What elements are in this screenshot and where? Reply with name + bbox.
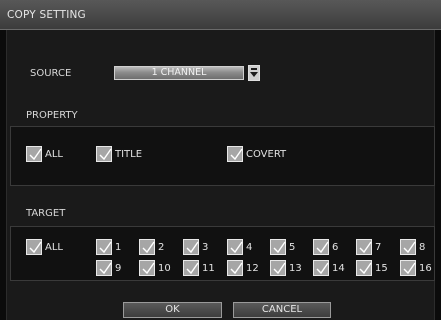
window-title: COPY SETTING (7, 9, 86, 21)
channel-1-label: 1 (115, 242, 122, 253)
chevron-down-icon[interactable] (248, 65, 260, 81)
source-label: SOURCE (30, 68, 72, 79)
cancel-button[interactable]: CANCEL (233, 302, 331, 318)
target-label: TARGET (26, 208, 66, 219)
title-bar: COPY SETTING (0, 0, 441, 30)
channel-11-label: 11 (202, 263, 215, 274)
channel-15-label: 15 (375, 263, 388, 274)
channel-5-checkbox[interactable] (270, 239, 286, 255)
channel-6-checkbox[interactable] (313, 239, 329, 255)
channel-5-label: 5 (289, 242, 296, 253)
channel-1-checkbox[interactable] (96, 239, 112, 255)
channel-8-label: 8 (419, 242, 426, 253)
property-all-checkbox[interactable] (26, 146, 42, 162)
ok-button[interactable]: OK (123, 302, 222, 318)
channel-10-label: 10 (158, 263, 171, 274)
source-select[interactable]: 1 CHANNEL (114, 66, 244, 80)
property-title-checkbox[interactable] (96, 146, 112, 162)
channel-10-checkbox[interactable] (139, 260, 155, 276)
property-title-label: TITLE (115, 149, 143, 160)
target-all-checkbox[interactable] (26, 239, 42, 255)
channel-4-label: 4 (246, 242, 253, 253)
channel-2-checkbox[interactable] (139, 239, 155, 255)
property-group (10, 126, 435, 186)
channel-8-checkbox[interactable] (400, 239, 416, 255)
property-label: PROPERTY (26, 110, 78, 121)
channel-7-checkbox[interactable] (356, 239, 372, 255)
property-covert-label: COVERT (246, 149, 287, 160)
channel-9-label: 9 (115, 263, 122, 274)
target-all-label: ALL (45, 242, 63, 253)
channel-9-checkbox[interactable] (96, 260, 112, 276)
channel-2-label: 2 (158, 242, 165, 253)
channel-14-label: 14 (332, 263, 345, 274)
channel-13-label: 13 (289, 263, 302, 274)
channel-4-checkbox[interactable] (227, 239, 243, 255)
channel-12-label: 12 (246, 263, 259, 274)
channel-16-checkbox[interactable] (400, 260, 416, 276)
channel-14-checkbox[interactable] (313, 260, 329, 276)
channel-15-checkbox[interactable] (356, 260, 372, 276)
channel-3-checkbox[interactable] (183, 239, 199, 255)
channel-7-label: 7 (375, 242, 382, 253)
channel-11-checkbox[interactable] (183, 260, 199, 276)
channel-13-checkbox[interactable] (270, 260, 286, 276)
channel-3-label: 3 (202, 242, 209, 253)
property-covert-checkbox[interactable] (227, 146, 243, 162)
channel-12-checkbox[interactable] (227, 260, 243, 276)
channel-6-label: 6 (332, 242, 339, 253)
property-all-label: ALL (45, 149, 63, 160)
channel-16-label: 16 (419, 263, 432, 274)
